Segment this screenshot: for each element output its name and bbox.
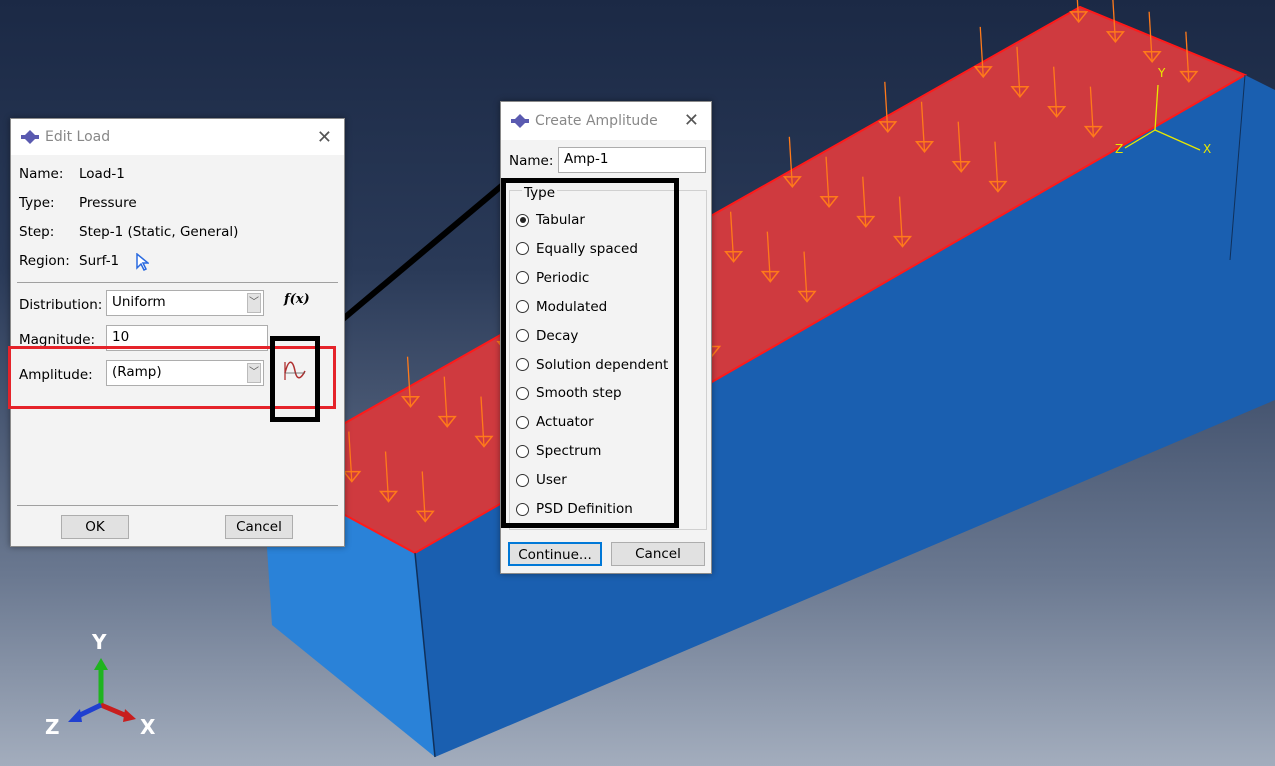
- amplitude-name-input[interactable]: Amp-1: [558, 147, 706, 173]
- name-label: Name:: [509, 153, 554, 169]
- distribution-value: Uniform: [112, 294, 166, 310]
- create-amplitude-titlebar[interactable]: Create Amplitude ✕: [501, 102, 711, 140]
- distribution-select[interactable]: Uniform ﹀: [106, 290, 264, 316]
- name-value: Load-1: [79, 166, 125, 182]
- csys-y-label: Y: [1158, 66, 1166, 80]
- csys-z-label: Z: [1115, 142, 1124, 156]
- amplitude-name-value: Amp-1: [564, 151, 609, 167]
- load-arrow-icon: [973, 26, 993, 79]
- region-value: Surf-1: [79, 253, 120, 269]
- continue-button[interactable]: Continue...: [508, 542, 602, 566]
- edit-load-dialog: Edit Load ✕ Name: Load-1 Type: Pressure …: [10, 118, 345, 547]
- triad-y-label: Y: [92, 630, 107, 654]
- triad-x-label: X: [140, 715, 156, 739]
- csys-x-label: X: [1203, 142, 1212, 156]
- type-value: Pressure: [79, 195, 137, 211]
- step-value: Step-1 (Static, General): [79, 224, 239, 240]
- dialog-title: Edit Load: [45, 129, 111, 145]
- triad-z-label: Z: [45, 715, 60, 739]
- cancel-button[interactable]: Cancel: [611, 542, 705, 566]
- callout-connector: [316, 180, 507, 343]
- magnitude-value: 10: [112, 329, 130, 345]
- name-label: Name:: [19, 166, 64, 182]
- load-arrow-icon: [782, 136, 802, 189]
- chevron-down-icon[interactable]: ﹀: [247, 293, 261, 313]
- cancel-button[interactable]: Cancel: [225, 515, 293, 539]
- region-label: Region:: [19, 253, 70, 269]
- close-icon[interactable]: ✕: [317, 127, 332, 148]
- amplitude-icon-highlight-box: [270, 336, 320, 422]
- dialog-title: Create Amplitude: [535, 113, 658, 129]
- type-label: Type:: [19, 195, 55, 211]
- type-list-highlight-box: [501, 178, 679, 528]
- ok-button[interactable]: OK: [61, 515, 129, 539]
- select-region-arrow-icon[interactable]: [135, 253, 149, 271]
- edit-load-titlebar[interactable]: Edit Load ✕: [11, 119, 344, 155]
- fx-button[interactable]: f(x): [284, 292, 310, 307]
- abaqus-app-icon: [511, 114, 529, 128]
- global-triad-icon: [68, 658, 136, 722]
- close-icon[interactable]: ✕: [684, 110, 699, 131]
- load-arrow-icon: [878, 81, 898, 134]
- distribution-label: Distribution:: [19, 297, 103, 313]
- abaqus-app-icon: [21, 130, 39, 144]
- step-label: Step:: [19, 224, 55, 240]
